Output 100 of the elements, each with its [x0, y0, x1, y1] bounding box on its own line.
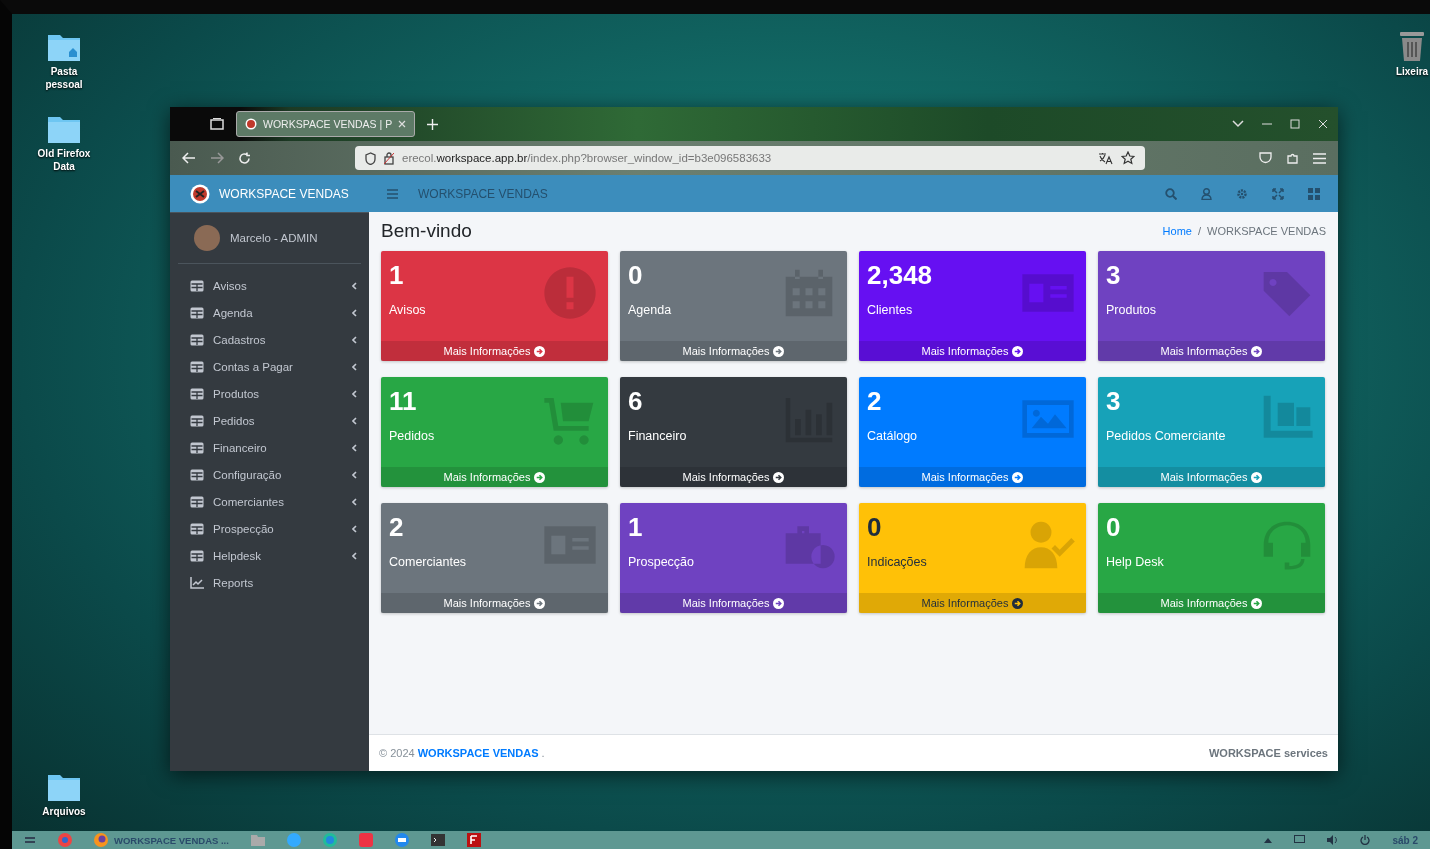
more-info-link[interactable]: Mais Informações: [1098, 467, 1325, 487]
power-icon[interactable]: [1360, 835, 1371, 845]
address-bar[interactable]: erecol.workspace.app.br/index.php?browser_window_id=b3e096583633: [355, 146, 1145, 170]
arrow-circle-icon: [1251, 345, 1263, 357]
more-info-link[interactable]: Mais Informações: [620, 341, 847, 361]
table-icon: [190, 360, 204, 373]
caret-up-icon[interactable]: [1264, 837, 1273, 843]
close-icon[interactable]: [1318, 119, 1328, 129]
table-icon: [190, 414, 204, 427]
more-info-link[interactable]: Mais Informações: [859, 467, 1086, 487]
desktop-icon-label[interactable]: Arquivos: [42, 805, 86, 818]
chevron-left-icon: [352, 524, 357, 533]
sidebar-item[interactable]: Prospecção: [170, 515, 369, 542]
chevron-down-icon[interactable]: [1232, 120, 1244, 128]
table-icon: [190, 387, 204, 400]
table-icon: [190, 333, 204, 346]
sidebar-item[interactable]: Pedidos: [170, 407, 369, 434]
more-info-link[interactable]: Mais Informações: [1098, 341, 1325, 361]
breadcrumb-separator: /: [1197, 225, 1201, 237]
lock-icon: [384, 151, 394, 165]
more-info-link[interactable]: Mais Informações: [381, 467, 608, 487]
table-icon: [190, 306, 204, 319]
stat-count: 11: [389, 385, 418, 417]
home-folder-icon[interactable]: [47, 32, 81, 62]
more-info-link[interactable]: Mais Informações: [381, 341, 608, 361]
maximize-icon[interactable]: [1290, 119, 1300, 129]
more-info-link[interactable]: Mais Informações: [1098, 593, 1325, 613]
copyright-text: © 2024 WORKSPACE VENDAS .: [379, 747, 545, 759]
sidebar-item[interactable]: Agenda: [170, 299, 369, 326]
arrow-circle-icon: [1012, 471, 1024, 483]
desktop-icon-label[interactable]: Lixeira: [1395, 65, 1429, 78]
table-icon: [190, 522, 204, 535]
folder-icon[interactable]: [47, 114, 81, 144]
exclamation-icon: [542, 265, 598, 321]
desktop-icon-label[interactable]: Pasta pessoal: [34, 65, 94, 91]
sidebar-item[interactable]: Produtos: [170, 380, 369, 407]
reload-icon[interactable]: [238, 151, 251, 165]
site-logo-icon: [245, 118, 257, 130]
translate-icon[interactable]: [1098, 151, 1113, 165]
new-tab-icon[interactable]: [427, 118, 439, 130]
trash-icon[interactable]: [1397, 30, 1427, 62]
line-chart-icon: [190, 576, 204, 589]
stat-label: Clientes: [867, 303, 914, 317]
more-info-link[interactable]: Mais Informações: [859, 341, 1086, 361]
stat-count: 1: [389, 259, 405, 291]
footer-link[interactable]: WORKSPACE VENDAS: [417, 747, 539, 759]
arrow-circle-icon: [773, 471, 785, 483]
chevron-left-icon: [352, 551, 357, 560]
arrow-circle-icon: [534, 345, 546, 357]
stat-count: 2: [867, 385, 883, 417]
screen-icon[interactable]: [1294, 835, 1306, 845]
chevron-left-icon: [352, 335, 357, 344]
arrow-circle-icon: [534, 597, 546, 609]
stat-count: 1: [628, 511, 644, 543]
more-info-link[interactable]: Mais Informações: [620, 467, 847, 487]
back-icon[interactable]: [182, 152, 196, 164]
chevron-left-icon: [352, 497, 357, 506]
bookmark-star-icon[interactable]: [1121, 151, 1135, 165]
sidebar-item[interactable]: Comerciantes: [170, 488, 369, 515]
settings-icon[interactable]: [1236, 187, 1248, 200]
forward-icon[interactable]: [210, 152, 224, 164]
browser-tab[interactable]: WORKSPACE VENDAS | P: [236, 111, 416, 137]
volume-icon[interactable]: [1327, 835, 1339, 845]
more-info-link[interactable]: Mais Informações: [620, 593, 847, 613]
more-info-link[interactable]: Mais Informações: [381, 593, 608, 613]
terminal-icon[interactable]: [430, 834, 445, 846]
brand-bar[interactable]: WORKSPACE VENDAS: [170, 175, 369, 213]
sidebar-item[interactable]: Cadastros: [170, 326, 369, 353]
table-icon: [190, 468, 204, 481]
grid-icon[interactable]: [1308, 187, 1320, 200]
table-icon: [190, 441, 204, 454]
stat-label: Avisos: [389, 303, 427, 317]
breadcrumb-link[interactable]: Home: [1162, 225, 1192, 237]
sidebar-item[interactable]: Configuração: [170, 461, 369, 488]
chevron-left-icon: [352, 281, 357, 290]
more-info-link[interactable]: Mais Informações: [859, 593, 1086, 613]
launcher-icon[interactable]: [24, 835, 36, 845]
sidebar-item[interactable]: Financeiro: [170, 434, 369, 461]
close-tab-icon[interactable]: [398, 120, 407, 128]
chat-icon[interactable]: [394, 833, 409, 847]
stat-count: 0: [1106, 511, 1122, 543]
user-icon[interactable]: [1201, 187, 1212, 200]
desktop-icon-label[interactable]: Old Firefox Data: [34, 147, 94, 173]
sidebar-item[interactable]: Helpdesk: [170, 542, 369, 569]
fullscreen-icon[interactable]: [1272, 187, 1284, 200]
breadcrumb-current: WORKSPACE VENDAS: [1207, 225, 1326, 237]
file-transfer-icon[interactable]: [466, 833, 481, 847]
stat-label: Agenda: [628, 303, 673, 317]
table-icon: [190, 549, 204, 562]
folder-icon[interactable]: [47, 772, 81, 802]
arrow-circle-icon: [1251, 471, 1263, 483]
user-name[interactable]: Marcelo - ADMIN: [230, 232, 318, 244]
sidebar-item[interactable]: Avisos: [170, 272, 369, 299]
arrow-circle-icon: [773, 597, 785, 609]
stat-label: Prospecção: [628, 555, 695, 569]
page-title: Bem-vindo: [381, 220, 472, 242]
search-icon[interactable]: [1165, 187, 1177, 200]
tab-list-icon[interactable]: [210, 118, 224, 130]
sidebar-item[interactable]: Reports: [170, 569, 369, 596]
sidebar-item[interactable]: Contas a Pagar: [170, 353, 369, 380]
